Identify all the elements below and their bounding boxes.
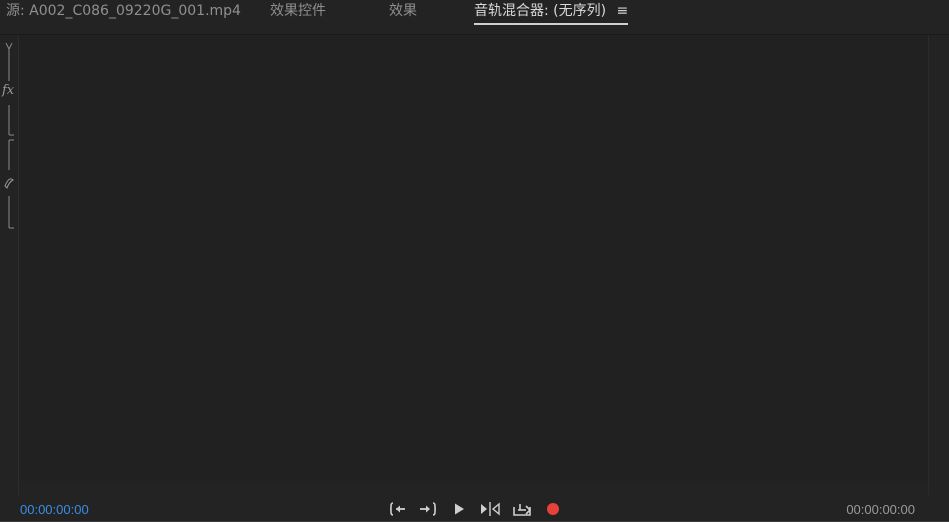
play-icon[interactable] [449,500,469,518]
hamburger-menu-icon[interactable]: ≡ [617,1,629,21]
tab-effect-controls[interactable]: 效果控件 [270,1,326,23]
tab-audio-track-mixer-label: 音轨混合器: (无序列) [474,3,607,19]
mixer-right-edge [928,35,949,495]
sends-bracket-icon[interactable] [3,138,15,230]
current-timecode[interactable]: 00:00:00:00 [20,502,89,517]
go-to-out-icon[interactable] [418,500,438,518]
mixer-left-gutter [0,35,19,495]
duration-timecode: 00:00:00:00 [846,502,915,517]
export-icon[interactable] [512,500,532,518]
tab-source[interactable]: 源: A002_C086_09220G_001.mp4 [6,1,241,23]
fx-label: fx [2,83,15,98]
record-icon[interactable] [543,500,563,518]
loop-icon[interactable] [480,500,500,518]
tab-audio-track-mixer[interactable]: 音轨混合器: (无序列) ≡ [474,1,629,25]
mixer-track-area [19,35,929,481]
go-to-in-icon[interactable] [388,500,408,518]
panel-tab-bar: 源: A002_C086_09220G_001.mp4 效果控件 效果 音轨混合… [0,0,949,35]
tab-effects[interactable]: 效果 [389,1,417,23]
transport-bar: 00:00:00:00 00:00:00:00 [0,495,949,522]
